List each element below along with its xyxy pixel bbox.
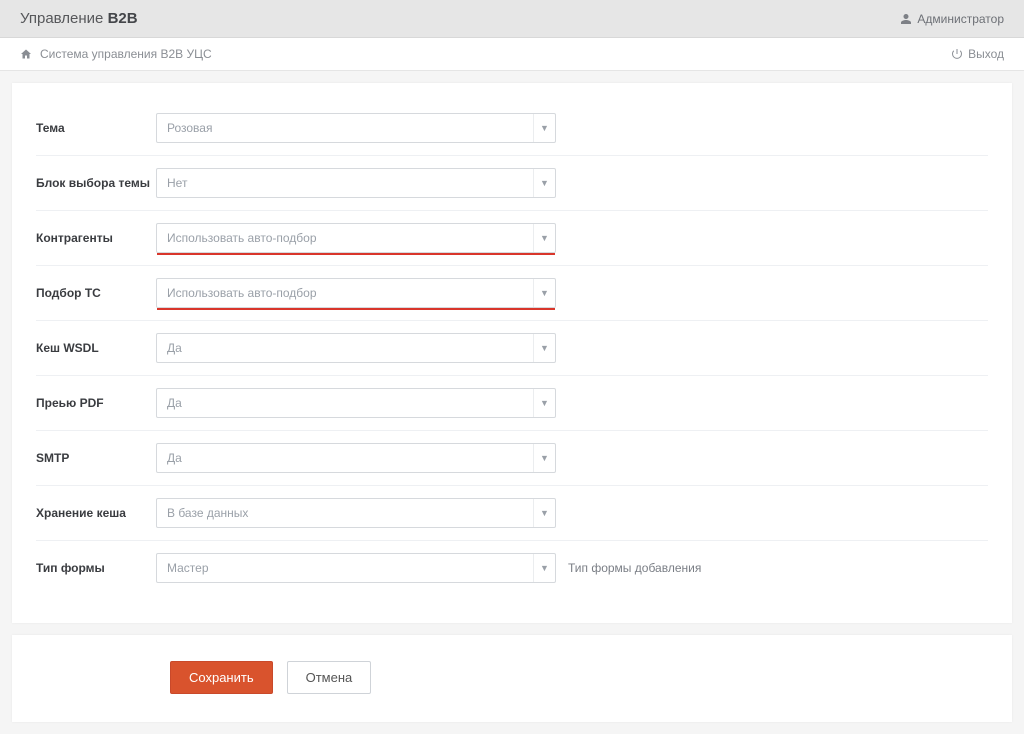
select-input[interactable]: Нет ▼ <box>156 168 556 198</box>
form-row: Кеш WSDL Да ▼ <box>36 321 988 376</box>
cancel-button[interactable]: Отмена <box>287 661 372 694</box>
select-value: Розовая <box>167 121 212 135</box>
chevron-down-icon: ▼ <box>533 279 555 307</box>
admin-link[interactable]: Администратор <box>900 12 1004 26</box>
select-value: Да <box>167 396 182 410</box>
form-row: Тема Розовая ▼ <box>36 101 988 156</box>
field-control: Да ▼ <box>156 443 556 473</box>
field-label: Подбор ТС <box>36 286 156 300</box>
app-title: Управление B2B <box>20 10 138 27</box>
field-label: SMTP <box>36 451 156 465</box>
select-value: Да <box>167 451 182 465</box>
select-wrap: Нет ▼ <box>156 168 556 198</box>
settings-panel: ТемаРозовая▼Блок выбора темыНет▼Контраге… <box>12 83 1012 623</box>
field-control: Использовать авто-подбор ▼ <box>156 223 556 253</box>
field-label: Тема <box>36 121 156 135</box>
chevron-down-icon: ▼ <box>533 499 555 527</box>
chevron-down-icon: ▼ <box>533 114 555 142</box>
power-icon <box>951 48 963 60</box>
title-bold: B2B <box>108 10 138 27</box>
user-icon <box>900 13 912 25</box>
field-control: Нет ▼ <box>156 168 556 198</box>
chevron-down-icon: ▼ <box>533 334 555 362</box>
field-help: Тип формы добавления <box>568 561 701 575</box>
select-wrap: Использовать авто-подбор ▼ <box>156 278 556 308</box>
field-control: Мастер ▼ <box>156 553 556 583</box>
select-wrap: Использовать авто-подбор ▼ <box>156 223 556 253</box>
form-row: Подбор ТС Использовать авто-подбор ▼ <box>36 266 988 321</box>
exit-link[interactable]: Выход <box>951 47 1004 61</box>
save-button[interactable]: Сохранить <box>170 661 273 694</box>
field-control: Использовать авто-подбор ▼ <box>156 278 556 308</box>
subbar: Система управления B2B УЦС Выход <box>0 38 1024 71</box>
chevron-down-icon: ▼ <box>533 224 555 252</box>
chevron-down-icon: ▼ <box>533 444 555 472</box>
select-input[interactable]: В базе данных ▼ <box>156 498 556 528</box>
admin-label: Администратор <box>917 12 1004 26</box>
select-input[interactable]: Мастер ▼ <box>156 553 556 583</box>
form-row: Преью PDF Да ▼ <box>36 376 988 431</box>
form-row: Тип формы Мастер ▼ Тип формы добавления <box>36 541 988 595</box>
field-label: Преью PDF <box>36 396 156 410</box>
select-value: Использовать авто-подбор <box>167 231 317 245</box>
select-wrap: Да ▼ <box>156 388 556 418</box>
select-input[interactable]: Розовая ▼ <box>156 113 556 143</box>
select-input[interactable]: Использовать авто-подбор ▼ <box>156 278 556 308</box>
select-value: Нет <box>167 176 187 190</box>
form-row: Блок выбора темы Нет ▼ <box>36 156 988 211</box>
field-label: Блок выбора темы <box>36 176 156 190</box>
home-icon[interactable] <box>20 48 32 60</box>
select-value: В базе данных <box>167 506 248 520</box>
field-control: Да ▼ <box>156 333 556 363</box>
select-wrap: Мастер ▼ <box>156 553 556 583</box>
select-wrap: Да ▼ <box>156 333 556 363</box>
field-control: Розовая ▼ <box>156 113 556 143</box>
select-wrap: В базе данных ▼ <box>156 498 556 528</box>
chevron-down-icon: ▼ <box>533 169 555 197</box>
chevron-down-icon: ▼ <box>533 389 555 417</box>
form-row: Хранение кеша В базе данных ▼ <box>36 486 988 541</box>
exit-label: Выход <box>968 47 1004 61</box>
select-input[interactable]: Да ▼ <box>156 388 556 418</box>
field-label: Контрагенты <box>36 231 156 245</box>
select-value: Мастер <box>167 561 209 575</box>
field-label: Тип формы <box>36 561 156 575</box>
select-value: Использовать авто-подбор <box>167 286 317 300</box>
select-wrap: Розовая ▼ <box>156 113 556 143</box>
select-input[interactable]: Да ▼ <box>156 333 556 363</box>
field-label: Кеш WSDL <box>36 341 156 355</box>
select-input[interactable]: Использовать авто-подбор ▼ <box>156 223 556 253</box>
chevron-down-icon: ▼ <box>533 554 555 582</box>
form-row: SMTP Да ▼ <box>36 431 988 486</box>
select-value: Да <box>167 341 182 355</box>
field-control: В базе данных ▼ <box>156 498 556 528</box>
field-label: Хранение кеша <box>36 506 156 520</box>
field-control: Да ▼ <box>156 388 556 418</box>
select-input[interactable]: Да ▼ <box>156 443 556 473</box>
title-prefix: Управление <box>20 10 108 27</box>
breadcrumb-text[interactable]: Система управления B2B УЦС <box>40 47 212 61</box>
form-row: Контрагенты Использовать авто-подбор ▼ <box>36 211 988 266</box>
actions-panel: Сохранить Отмена <box>12 635 1012 722</box>
select-wrap: Да ▼ <box>156 443 556 473</box>
topbar: Управление B2B Администратор <box>0 0 1024 38</box>
